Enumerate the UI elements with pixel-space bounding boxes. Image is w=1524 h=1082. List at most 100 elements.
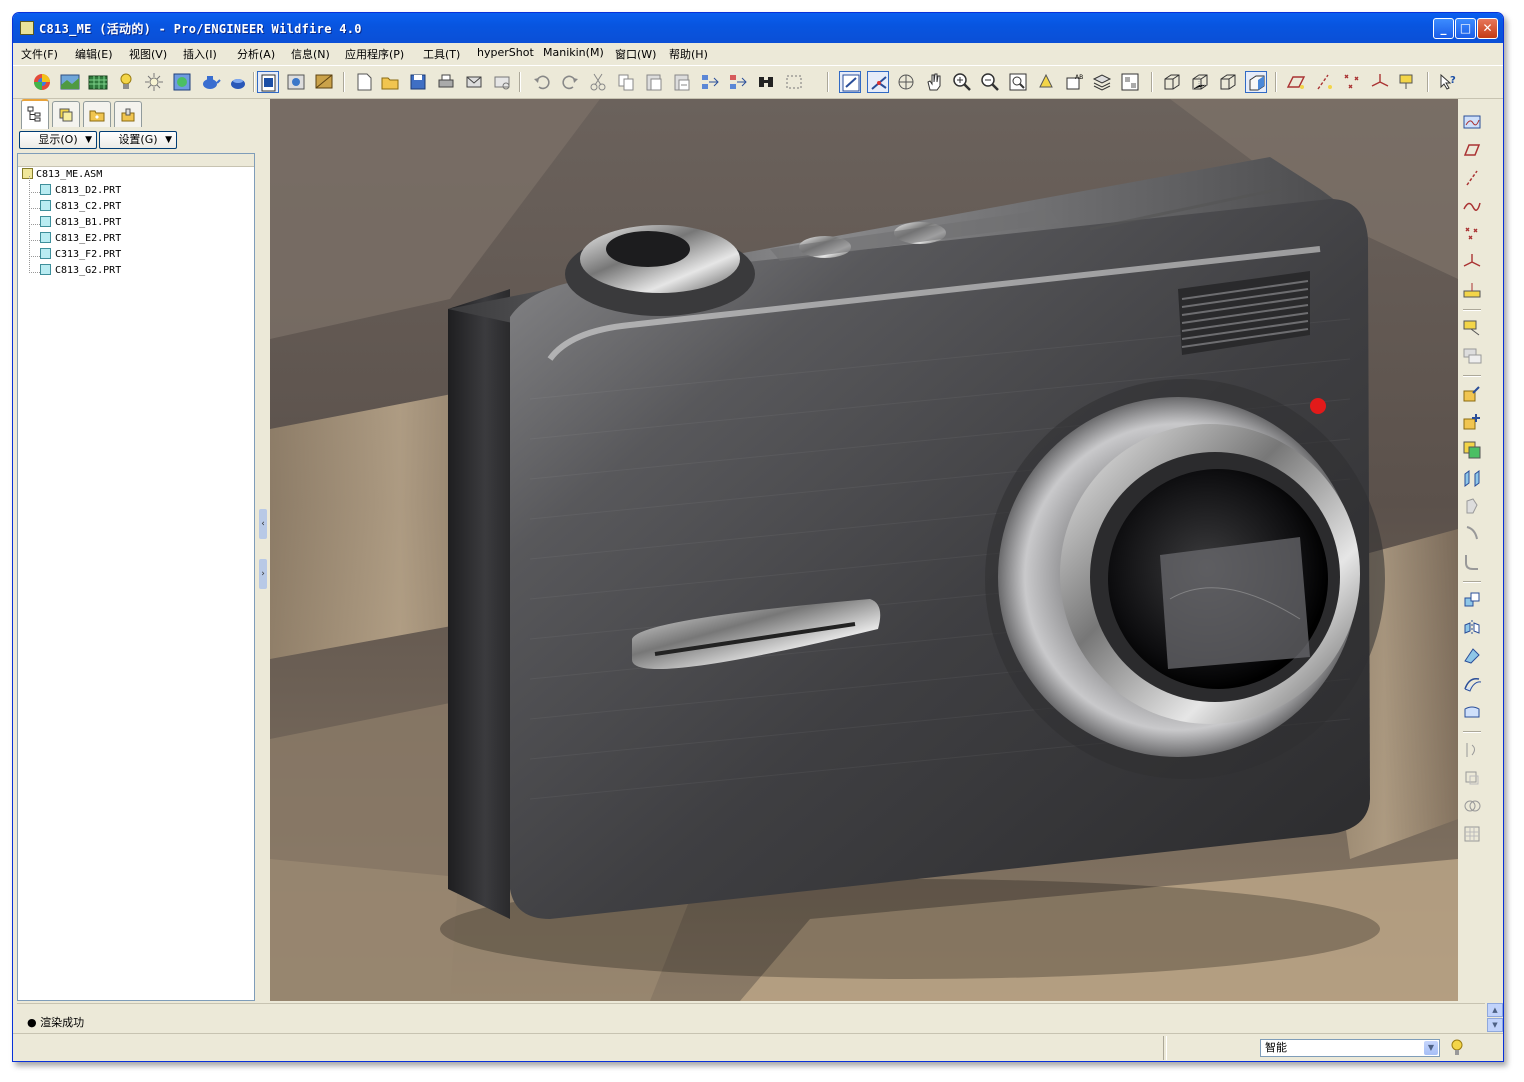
revolve-icon[interactable] — [1461, 495, 1483, 517]
spotlight-icon[interactable] — [143, 71, 165, 93]
appearance-icon[interactable] — [171, 71, 193, 93]
collapse-left-icon[interactable]: ‹ — [259, 509, 267, 539]
grid-icon[interactable] — [1461, 823, 1483, 845]
model-tree-icon[interactable] — [21, 99, 49, 129]
new-file-icon[interactable] — [353, 71, 375, 93]
render-room-icon[interactable] — [59, 71, 81, 93]
scroll-down-icon[interactable]: ▼ — [1487, 1018, 1503, 1032]
reorient-icon[interactable] — [1035, 71, 1057, 93]
shell-icon[interactable] — [1461, 701, 1483, 723]
datum-axis-icon[interactable] — [1461, 167, 1483, 189]
no-hidden-icon[interactable] — [1217, 71, 1239, 93]
mirror-icon[interactable] — [1461, 617, 1483, 639]
insert-mode-icon[interactable] — [1461, 317, 1483, 339]
datum-plane-icon[interactable] — [1461, 139, 1483, 161]
graphics-viewport[interactable] — [270, 99, 1458, 1001]
offset-icon[interactable] — [1461, 767, 1483, 789]
zoom-out-icon[interactable] — [979, 71, 1001, 93]
cut-icon[interactable] — [587, 71, 609, 93]
sweep-icon[interactable] — [1461, 673, 1483, 695]
datum-axes-icon[interactable] — [1313, 71, 1335, 93]
hidden-line-icon[interactable] — [1189, 71, 1211, 93]
light-icon[interactable] — [115, 71, 137, 93]
settings-dropdown[interactable]: 设置(G) ▼ — [99, 131, 177, 149]
lightbulb-icon[interactable] — [1450, 1038, 1464, 1058]
scene-icon[interactable] — [87, 71, 109, 93]
save-icon[interactable] — [407, 71, 429, 93]
menu-insert[interactable]: 插入(I) — [183, 46, 217, 62]
show-dropdown[interactable]: 显示(O) ▼ — [19, 131, 97, 149]
copy-icon[interactable] — [615, 71, 637, 93]
tree-item[interactable]: C813_B1.PRT — [29, 208, 121, 232]
menu-tools[interactable]: 工具(T) — [423, 46, 460, 62]
context-help-icon[interactable]: ? — [1437, 71, 1459, 93]
coordinate-systems-icon[interactable] — [1369, 71, 1391, 93]
folder-icon[interactable] — [83, 101, 111, 127]
menu-manikin[interactable]: Manikin(M) — [543, 46, 604, 59]
regenerate-icon[interactable] — [699, 71, 721, 93]
texture-icon[interactable] — [313, 71, 335, 93]
shading-icon[interactable] — [1245, 71, 1267, 93]
round-icon[interactable] — [1461, 551, 1483, 573]
tree-item[interactable]: C813_G2.PRT — [29, 256, 121, 280]
menu-window[interactable]: 窗口(W) — [615, 46, 656, 62]
draft-icon[interactable] — [1461, 645, 1483, 667]
redo-icon[interactable] — [559, 71, 581, 93]
intersect-icon[interactable] — [1461, 795, 1483, 817]
undo-icon[interactable] — [531, 71, 553, 93]
app-icon[interactable] — [20, 21, 34, 35]
repaint-icon[interactable] — [839, 71, 861, 93]
insert-component-icon[interactable] — [1461, 345, 1483, 367]
maximize-button[interactable]: □ — [1455, 18, 1476, 39]
paste-special-icon[interactable] — [671, 71, 693, 93]
datum-curve-icon[interactable] — [1461, 195, 1483, 217]
title-bar[interactable]: C813_ME (活动的) - Pro/ENGINEER Wildfire 4.… — [13, 13, 1503, 43]
select-box-icon[interactable] — [783, 71, 805, 93]
close-button[interactable]: ✕ — [1477, 18, 1498, 39]
expand-right-icon[interactable]: › — [259, 559, 267, 589]
render-window-icon[interactable] — [257, 71, 279, 93]
assemble-icon[interactable] — [1461, 383, 1483, 405]
package-icon[interactable] — [1461, 439, 1483, 461]
web-browser-icon[interactable] — [31, 71, 53, 93]
tree-item[interactable]: C813_E2.PRT — [29, 224, 121, 248]
panel-sash[interactable]: ‹ › — [257, 99, 269, 1001]
menu-edit[interactable]: 编辑(E) — [75, 46, 113, 62]
menu-applications[interactable]: 应用程序(P) — [345, 46, 404, 62]
scroll-up-icon[interactable]: ▲ — [1487, 1003, 1503, 1017]
email-icon[interactable] — [463, 71, 485, 93]
menu-file[interactable]: 文件(F) — [21, 46, 58, 62]
create-component-icon[interactable] — [1461, 411, 1483, 433]
datum-points-icon[interactable] — [1341, 71, 1363, 93]
datum-csys-icon[interactable] — [1461, 251, 1483, 273]
menu-hypershot[interactable]: hyperShot — [477, 46, 534, 59]
pan-hand-icon[interactable] — [923, 71, 945, 93]
find-icon[interactable] — [755, 71, 777, 93]
orient-mode-icon[interactable] — [895, 71, 917, 93]
render-region-icon[interactable] — [227, 71, 249, 93]
print-icon[interactable] — [435, 71, 457, 93]
spin-center-icon[interactable] — [867, 71, 889, 93]
tree-item[interactable]: C813_C2.PRT — [29, 192, 121, 216]
photo-render-icon[interactable] — [285, 71, 307, 93]
datum-planes-icon[interactable] — [1285, 71, 1307, 93]
zoom-in-icon[interactable] — [951, 71, 973, 93]
message-scrollbar[interactable]: ▲ ▼ — [1487, 1003, 1503, 1033]
annotation-display-icon[interactable] — [1397, 71, 1419, 93]
menu-info[interactable]: 信息(N) — [291, 46, 330, 62]
hole-icon[interactable] — [1461, 523, 1483, 545]
regen-manager-icon[interactable] — [727, 71, 749, 93]
render-teapot-icon[interactable] — [199, 71, 221, 93]
paste-icon[interactable] — [643, 71, 665, 93]
sketch-icon[interactable] — [1461, 111, 1483, 133]
open-folder-icon[interactable] — [379, 71, 401, 93]
tree-item[interactable]: C313_F2.PRT — [29, 240, 121, 264]
saved-views-icon[interactable]: AB — [1063, 71, 1085, 93]
wireframe-icon[interactable] — [1161, 71, 1183, 93]
minimize-button[interactable]: _ — [1433, 18, 1454, 39]
menu-help[interactable]: 帮助(H) — [669, 46, 708, 62]
selection-filter-select[interactable]: 智能 ▼ — [1260, 1039, 1440, 1057]
send-link-icon[interactable] — [491, 71, 513, 93]
refit-icon[interactable] — [1007, 71, 1029, 93]
menu-view[interactable]: 视图(V) — [129, 46, 167, 62]
